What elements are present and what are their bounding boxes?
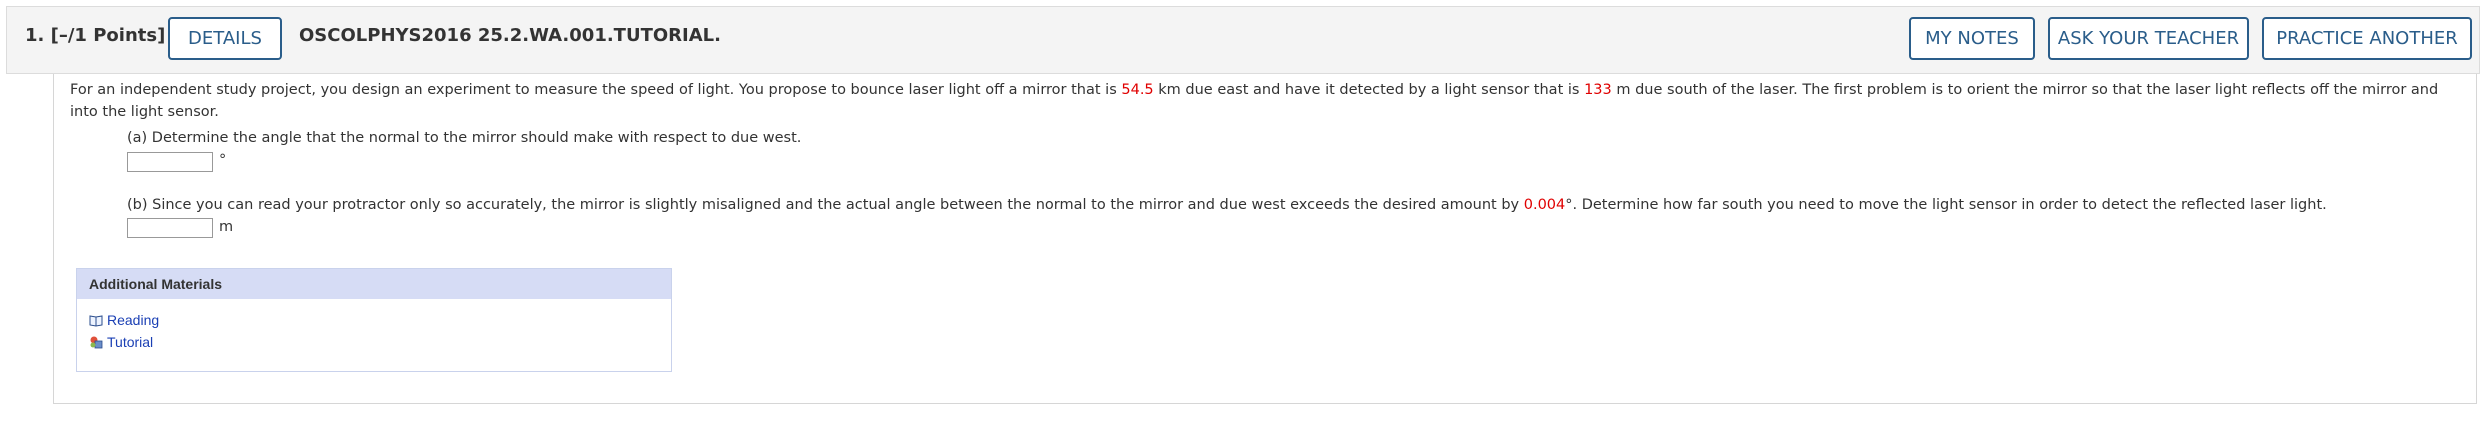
part-b-answer-input[interactable] bbox=[127, 218, 213, 238]
book-icon bbox=[89, 315, 103, 327]
part-a-answer-input[interactable] bbox=[127, 152, 213, 172]
additional-materials-heading: Additional Materials bbox=[77, 269, 671, 299]
part-b-text-1: (b) Since you can read your protractor o… bbox=[127, 197, 1524, 213]
reading-link[interactable]: Reading bbox=[89, 312, 159, 328]
question-number-points: 1. [–/1 Points] bbox=[25, 25, 166, 46]
part-a-prompt: (a) Determine the angle that the normal … bbox=[127, 130, 802, 146]
part-b-unit: m bbox=[219, 219, 234, 235]
part-b-value: 0.004 bbox=[1523, 197, 1566, 213]
tutorial-icon bbox=[90, 336, 103, 349]
problem-text-1: For an independent study project, you de… bbox=[70, 82, 1122, 98]
additional-materials-panel: Additional Materials Reading Tutorial bbox=[76, 268, 672, 372]
question-title: OSCOLPHYS2016 25.2.WA.001.TUTORIAL. bbox=[299, 25, 721, 46]
problem-text-2: km due east and have it detected by a li… bbox=[1153, 82, 1585, 98]
part-b-prompt: (b) Since you can read your protractor o… bbox=[127, 197, 2327, 213]
problem-value-distance: 54.5 bbox=[1121, 82, 1154, 98]
practice-another-button[interactable]: PRACTICE ANOTHER bbox=[2262, 17, 2472, 60]
details-button[interactable]: DETAILS bbox=[168, 17, 282, 60]
reading-link-label[interactable]: Reading bbox=[107, 312, 159, 328]
problem-value-sensor: 133 bbox=[1584, 82, 1612, 98]
question-header: 1. [–/1 Points] DETAILS OSCOLPHYS2016 25… bbox=[6, 6, 2480, 74]
tutorial-link-label[interactable]: Tutorial bbox=[107, 334, 153, 350]
problem-statement: For an independent study project, you de… bbox=[70, 79, 2450, 123]
ask-your-teacher-button[interactable]: ASK YOUR TEACHER bbox=[2048, 17, 2249, 60]
my-notes-button[interactable]: MY NOTES bbox=[1909, 17, 2035, 60]
tutorial-link[interactable]: Tutorial bbox=[89, 334, 153, 350]
part-b-text-2: °. Determine how far south you need to m… bbox=[1565, 197, 2327, 213]
part-a-unit: ° bbox=[219, 152, 227, 168]
